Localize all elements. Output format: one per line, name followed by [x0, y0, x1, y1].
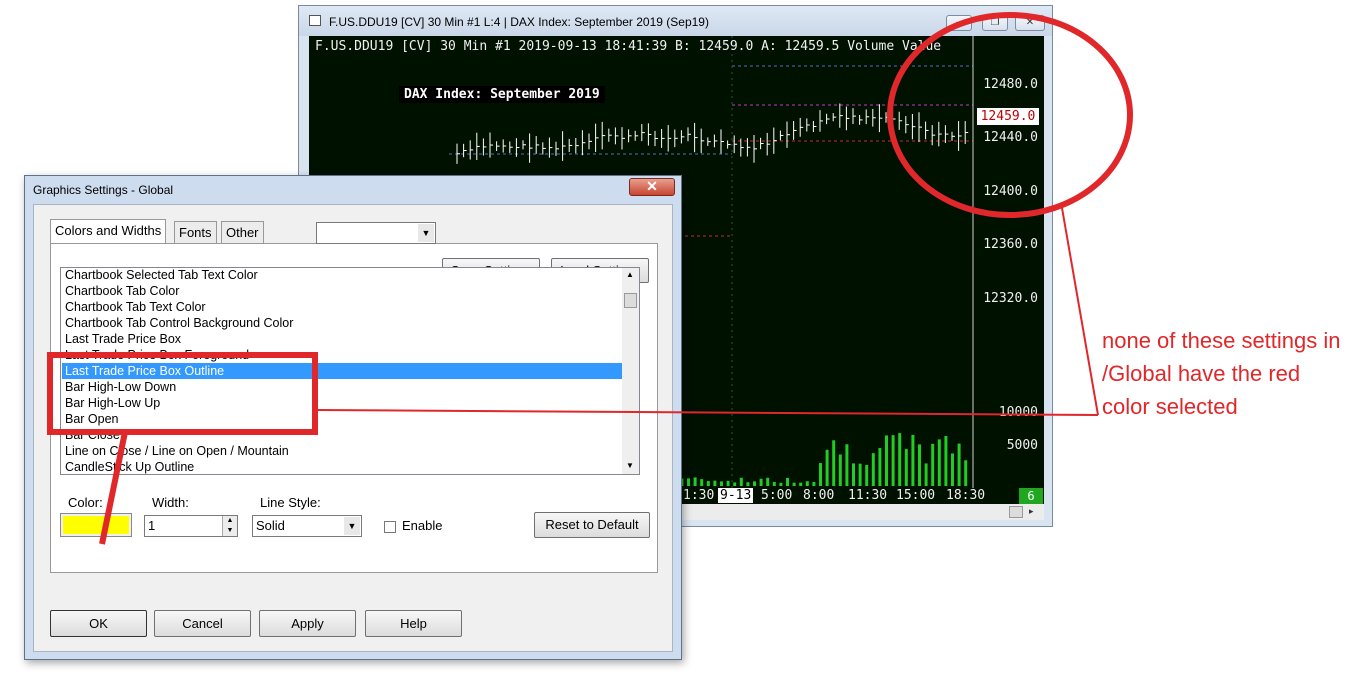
pointer-line: [1061, 207, 1099, 416]
highlight-ellipse: [887, 12, 1133, 218]
annotation-text: none of these settings in /Global have t…: [1102, 328, 1341, 419]
pointer-line: [99, 431, 128, 545]
highlight-rectangle: [47, 352, 318, 435]
pointer-line: [314, 409, 1099, 416]
